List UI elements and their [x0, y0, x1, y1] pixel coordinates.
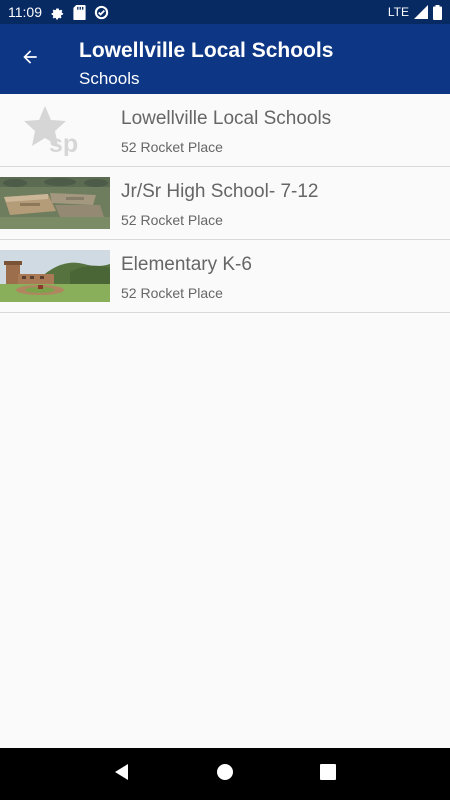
- gear-icon: [50, 5, 65, 20]
- school-address: 52 Rocket Place: [121, 139, 223, 155]
- nav-recents-button[interactable]: [308, 754, 348, 794]
- data-saver-icon: [94, 5, 109, 20]
- aerial-building-photo: [0, 177, 110, 229]
- school-name: Elementary K-6: [121, 254, 252, 275]
- nav-home-button[interactable]: [205, 754, 245, 794]
- page-subtitle: Schools: [79, 69, 140, 88]
- school-list: sp Lowellville Local Schools 52 Rocket P…: [0, 94, 450, 313]
- school-front-photo: [0, 250, 110, 302]
- school-name: Jr/Sr High School- 7-12: [121, 181, 319, 202]
- school-address: 52 Rocket Place: [121, 212, 223, 228]
- school-address: 52 Rocket Place: [121, 285, 223, 301]
- network-type: LTE: [387, 5, 409, 19]
- back-button[interactable]: [12, 41, 48, 77]
- school-item[interactable]: sp Lowellville Local Schools 52 Rocket P…: [0, 94, 450, 167]
- arrow-back-icon: [20, 47, 40, 72]
- status-time: 11:09: [8, 4, 42, 20]
- school-item[interactable]: Jr/Sr High School- 7-12 52 Rocket Place: [0, 167, 450, 240]
- back-triangle-icon: [113, 763, 131, 786]
- page-title: Lowellville Local Schools: [79, 39, 334, 62]
- nav-back-button[interactable]: [102, 754, 142, 794]
- sd-card-icon: [73, 4, 86, 20]
- school-item[interactable]: Elementary K-6 52 Rocket Place: [0, 240, 450, 313]
- signal-icon: [414, 5, 428, 19]
- svg-text:sp: sp: [49, 130, 78, 156]
- sp-star-logo: sp: [0, 104, 110, 156]
- recents-square-icon: [320, 763, 337, 785]
- battery-icon: [433, 4, 442, 20]
- school-name: Lowellville Local Schools: [121, 108, 332, 129]
- status-bar: 11:09 LTE: [0, 0, 450, 24]
- system-nav-bar: [0, 748, 450, 800]
- app-bar: Lowellville Local Schools Schools: [0, 24, 450, 94]
- home-circle-icon: [216, 763, 234, 786]
